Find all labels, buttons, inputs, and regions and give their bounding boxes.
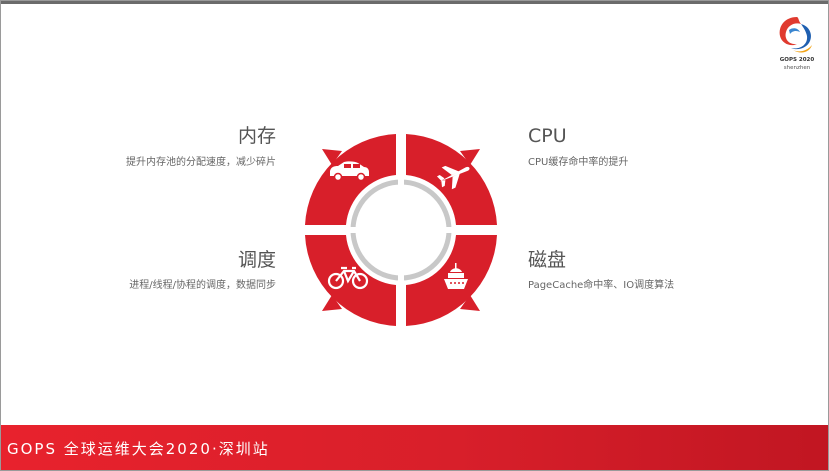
cpu-title: CPU (528, 125, 567, 147)
quadrant-cpu (406, 134, 497, 225)
quadrant-scheduling (305, 235, 396, 326)
quadrant-memory (305, 134, 396, 225)
footer-text: GOPS 全球运维大会2020·深圳站 (7, 440, 270, 458)
memory-description: 提升内存池的分配速度，减少碎片 (126, 157, 276, 168)
disk-title: 磁盘 (528, 249, 567, 271)
scheduling-title: 调度 (237, 249, 276, 271)
slide: GOPS 2020 shenzhen 内存 提升内存池的分配速度，减少碎片 调度… (0, 0, 829, 471)
logo-title: GOPS 2020 (779, 57, 815, 63)
gops-swirl-icon (779, 17, 812, 53)
footer-banner: GOPS 全球运维大会2020·深圳站 (1, 425, 828, 470)
top-border-bar (1, 1, 828, 4)
memory-title: 内存 (237, 125, 276, 147)
disk-description: PageCache命中率、IO调度算法 (528, 280, 675, 291)
gops-logo: GOPS 2020 shenzhen (773, 14, 821, 74)
four-quadrant-diagram (300, 129, 502, 331)
scheduling-description: 进程/线程/协程的调度，数据同步 (129, 280, 276, 291)
cpu-description: CPU缓存命中率的提升 (528, 157, 629, 168)
logo-subtitle: shenzhen (783, 65, 811, 71)
